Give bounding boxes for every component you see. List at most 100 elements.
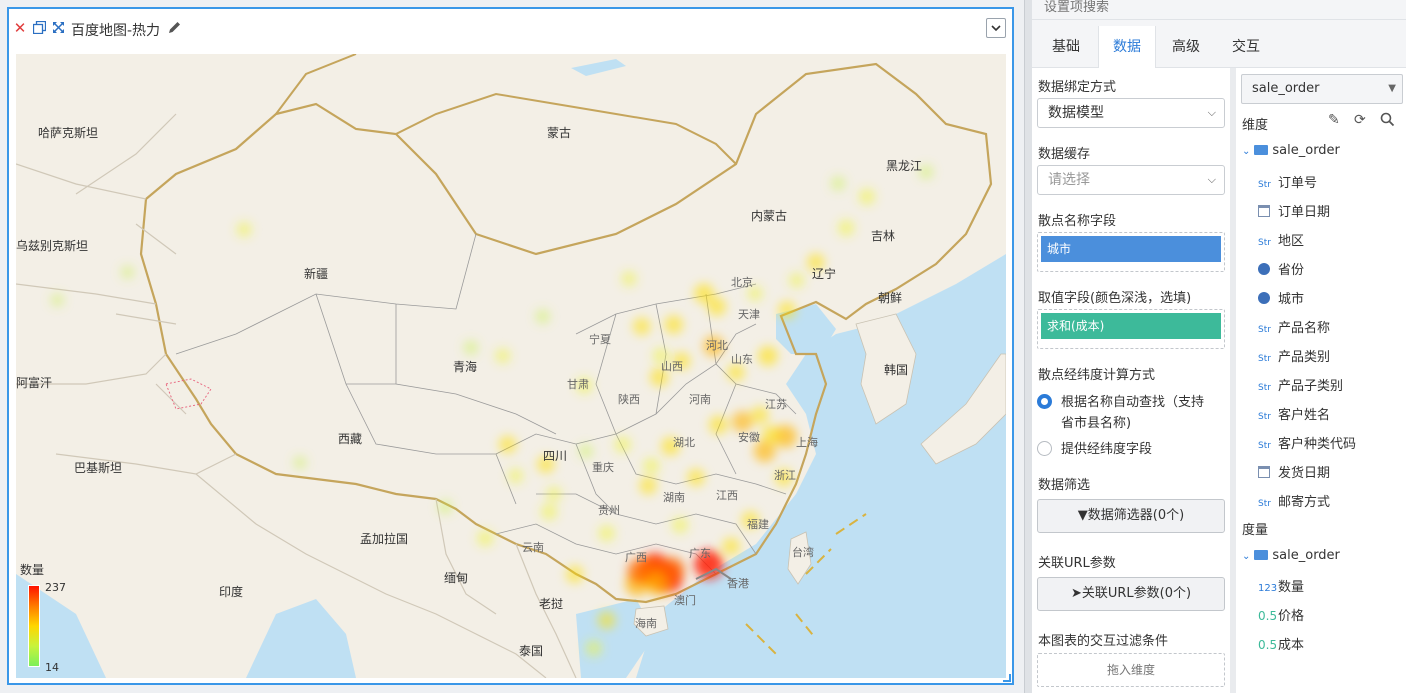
dimension-field[interactable]: 省份 bbox=[1258, 259, 1304, 278]
chevron-down-icon bbox=[991, 25, 1001, 32]
radio-manual-circle[interactable] bbox=[1037, 441, 1052, 456]
radio-manual-label: 提供经纬度字段 bbox=[1061, 442, 1153, 457]
decimal-type-icon: 0.5 bbox=[1258, 609, 1278, 623]
tab-basic[interactable]: 基础 bbox=[1038, 26, 1094, 68]
heatmap-map[interactable]: 哈萨克斯坦 蒙古 黑龙江 内蒙古 吉林 乌兹别克斯坦 新疆 辽宁 北京 朝鲜 天津 宁夏 河北 山东 青海 山… bbox=[16, 54, 1006, 678]
panel-splitter[interactable] bbox=[1024, 0, 1032, 693]
copy-icon[interactable] bbox=[32, 20, 46, 35]
url-button[interactable]: ➤关联URL参数(0个) bbox=[1037, 577, 1225, 611]
binding-select[interactable]: 数据模型 ⌵ bbox=[1037, 98, 1225, 128]
dimension-field[interactable]: Str 地区 bbox=[1258, 230, 1304, 249]
string-type-icon: Str bbox=[1258, 383, 1271, 393]
heat-point bbox=[664, 315, 684, 335]
map-label: 上海 bbox=[796, 436, 818, 449]
radio-auto-selected[interactable] bbox=[1037, 394, 1052, 409]
heat-point bbox=[707, 297, 727, 317]
map-label: 河南 bbox=[689, 393, 711, 406]
value-chip[interactable]: 求和(成本) bbox=[1041, 313, 1221, 339]
measure-field[interactable]: 0.5价格 bbox=[1258, 605, 1304, 624]
heat-point bbox=[476, 529, 494, 547]
chevron-down-icon[interactable]: ⌄ bbox=[1242, 551, 1250, 562]
map-label: 江苏 bbox=[765, 398, 787, 411]
dimension-field[interactable]: 城市 bbox=[1258, 288, 1304, 307]
interaction-dropzone[interactable]: 拖入维度 bbox=[1037, 653, 1225, 687]
tab-data[interactable]: 数据 bbox=[1098, 26, 1156, 69]
widget-menu-button[interactable] bbox=[986, 18, 1006, 38]
search-icon[interactable] bbox=[1380, 112, 1395, 131]
dimension-title: 维度 bbox=[1242, 118, 1269, 133]
dimension-field[interactable]: Str 产品子类别 bbox=[1258, 375, 1343, 394]
map-label: 朝鲜 bbox=[878, 291, 903, 305]
resize-handle[interactable] bbox=[1003, 674, 1011, 682]
heatmap-legend: 数量 237 14 bbox=[20, 561, 80, 674]
drop-hint-text: 拖入维度 bbox=[1106, 663, 1155, 677]
heat-point bbox=[463, 340, 479, 356]
map-label: 广西 bbox=[625, 551, 647, 564]
dimension-field-label: 城市 bbox=[1278, 292, 1305, 307]
map-label: 新疆 bbox=[304, 267, 329, 281]
measure-root[interactable]: ⌄ sale_order bbox=[1242, 548, 1340, 563]
pencil-icon[interactable] bbox=[167, 20, 181, 34]
dimension-field[interactable]: 发货日期 bbox=[1258, 462, 1330, 481]
string-type-icon: Str bbox=[1258, 441, 1271, 451]
dashed-boundary bbox=[165, 378, 212, 410]
data-settings: 数据绑定方式 数据模型 ⌵ 数据缓存 请选择 ⌵ 散点名称字段 城市 取值字段(… bbox=[1032, 68, 1230, 693]
map-label: 广东 bbox=[689, 547, 711, 560]
dimension-field[interactable]: Str 客户姓名 bbox=[1258, 404, 1330, 423]
map-label: 澳门 bbox=[674, 594, 696, 607]
map-label: 韩国 bbox=[884, 363, 909, 377]
filter-button[interactable]: ▼数据筛选器(0个) bbox=[1037, 499, 1225, 533]
send-icon: ➤ bbox=[1070, 586, 1082, 601]
cache-label: 数据缓存 bbox=[1038, 147, 1091, 162]
map-label: 山东 bbox=[731, 353, 753, 366]
dimension-field[interactable]: 订单日期 bbox=[1258, 201, 1330, 220]
heat-point bbox=[614, 436, 632, 454]
heat-point bbox=[507, 467, 524, 484]
dimension-field[interactable]: Str 客户种类代码 bbox=[1258, 433, 1356, 452]
measure-field[interactable]: 0.5成本 bbox=[1258, 634, 1304, 653]
value-dropzone[interactable]: 求和(成本) bbox=[1037, 309, 1225, 349]
dimension-field[interactable]: Str 产品名称 bbox=[1258, 317, 1330, 336]
dimension-field-label: 省份 bbox=[1278, 263, 1305, 278]
heat-point bbox=[621, 270, 637, 287]
scatter-name-dropzone[interactable]: 城市 bbox=[1037, 232, 1225, 272]
dimension-field[interactable]: Str 订单号 bbox=[1258, 172, 1317, 191]
cache-select[interactable]: 请选择 ⌵ bbox=[1037, 165, 1225, 195]
heat-point bbox=[632, 317, 651, 336]
settings-search-input[interactable] bbox=[1032, 0, 1406, 18]
legend-max: 237 bbox=[45, 581, 66, 594]
heat-point bbox=[494, 347, 511, 364]
map-label: 黑龙江 bbox=[886, 159, 923, 173]
measure-field[interactable]: 123数量 bbox=[1258, 576, 1304, 595]
scatter-name-chip[interactable]: 城市 bbox=[1041, 236, 1221, 262]
heat-point bbox=[639, 476, 658, 495]
map-label: 江西 bbox=[716, 489, 738, 502]
map-label: 浙江 bbox=[774, 469, 796, 482]
map-label: 山西 bbox=[661, 360, 683, 373]
url-button-label: 关联URL参数(0个) bbox=[1081, 586, 1192, 601]
settings-tabs: 基础 数据 高级 交互 bbox=[1032, 20, 1406, 69]
chevron-down-icon[interactable]: ⌄ bbox=[1242, 146, 1250, 157]
dimension-root[interactable]: ⌄ sale_order bbox=[1242, 143, 1340, 158]
widget-header: ✕ 百度地图-热力 bbox=[9, 9, 1012, 49]
tab-advanced[interactable]: 高级 bbox=[1158, 26, 1214, 68]
heat-point bbox=[236, 221, 253, 238]
map-label: 重庆 bbox=[592, 461, 614, 474]
chevron-down-icon: ⌵ bbox=[1207, 106, 1216, 119]
pencil-icon[interactable]: ✎ bbox=[1328, 112, 1340, 128]
settings-search bbox=[1032, 0, 1406, 20]
chart-widget[interactable]: ✕ 百度地图-热力 哈萨克斯坦 蒙古 黑龙江 内蒙古 吉林 乌兹别克斯坦 新疆 … bbox=[7, 7, 1014, 685]
map-label: 蒙古 bbox=[547, 126, 572, 140]
fullscreen-icon[interactable] bbox=[51, 21, 65, 35]
dimension-field[interactable]: Str 产品类别 bbox=[1258, 346, 1330, 365]
bay-of-bengal bbox=[246, 599, 356, 678]
tab-interaction[interactable]: 交互 bbox=[1218, 26, 1274, 68]
refresh-icon[interactable]: ⟳ bbox=[1354, 112, 1366, 128]
string-type-icon: Str bbox=[1258, 499, 1271, 509]
map-label: 北京 bbox=[731, 276, 753, 289]
dimension-field[interactable]: Str 邮寄方式 bbox=[1258, 491, 1330, 510]
map-label: 云南 bbox=[522, 541, 544, 554]
model-select[interactable]: sale_order ▼ bbox=[1241, 74, 1403, 104]
close-icon[interactable]: ✕ bbox=[13, 21, 27, 36]
heat-point bbox=[858, 188, 876, 206]
